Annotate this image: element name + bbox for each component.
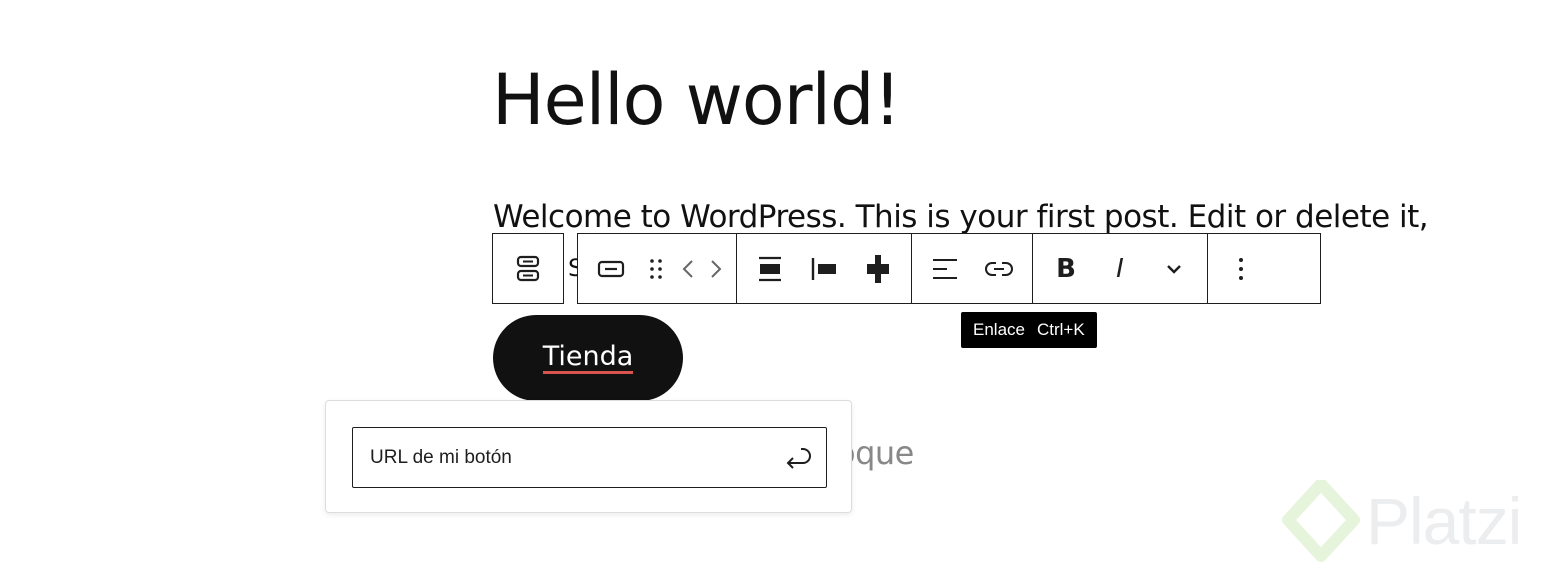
justify-left-icon xyxy=(811,257,836,280)
move-right-button[interactable] xyxy=(702,234,730,303)
justify-stretch-icon xyxy=(867,254,889,283)
toolbar-group-options xyxy=(1208,234,1274,303)
more-formatting-button[interactable] xyxy=(1147,234,1201,303)
platzi-watermark: Platzi xyxy=(1282,480,1522,562)
post-title[interactable]: Hello world! xyxy=(492,62,901,139)
justify-stretch-button[interactable] xyxy=(851,234,905,303)
toolbar-group-format: B I xyxy=(1033,234,1208,303)
tienda-button-block[interactable]: Tienda xyxy=(493,315,683,401)
toolbar-group-text xyxy=(912,234,1033,303)
platzi-logo-icon xyxy=(1282,480,1360,562)
align-text-button[interactable] xyxy=(918,234,972,303)
justify-center-button[interactable] xyxy=(743,234,797,303)
tooltip-shortcut: Ctrl+K xyxy=(1036,320,1085,339)
block-toolbar: B I xyxy=(577,233,1321,304)
tooltip-label: Enlace xyxy=(973,320,1025,339)
drag-handle-icon xyxy=(650,258,662,279)
select-parent-block-button[interactable] xyxy=(492,233,564,304)
button-label[interactable]: Tienda xyxy=(542,341,634,375)
link-icon xyxy=(985,261,1013,276)
drag-handle-button[interactable] xyxy=(638,234,674,303)
toolbar-group-block xyxy=(578,234,737,303)
move-left-button[interactable] xyxy=(674,234,702,303)
enter-arrow-icon xyxy=(786,447,811,469)
link-button[interactable] xyxy=(972,234,1026,303)
options-button[interactable] xyxy=(1214,234,1268,303)
link-tooltip: Enlace Ctrl+K xyxy=(961,312,1097,348)
url-input[interactable] xyxy=(353,428,770,487)
block-type-button[interactable] xyxy=(584,234,638,303)
more-options-icon xyxy=(1239,257,1243,280)
justify-left-button[interactable] xyxy=(797,234,851,303)
chevron-left-icon xyxy=(682,259,693,278)
buttons-block-icon xyxy=(516,255,540,281)
url-field-wrapper xyxy=(352,427,827,488)
post-paragraph[interactable]: Welcome to WordPress. This is your first… xyxy=(493,197,1493,237)
toolbar-group-justify xyxy=(737,234,912,303)
watermark-text: Platzi xyxy=(1366,484,1522,558)
chevron-right-icon xyxy=(711,259,722,278)
bold-button[interactable]: B xyxy=(1039,234,1093,303)
italic-button[interactable]: I xyxy=(1093,234,1147,303)
submit-link-button[interactable] xyxy=(770,428,826,487)
link-popover xyxy=(325,400,852,513)
justify-center-icon xyxy=(759,256,781,281)
chevron-down-icon xyxy=(1167,264,1181,274)
button-block-icon xyxy=(597,260,625,277)
align-left-icon xyxy=(933,258,957,279)
